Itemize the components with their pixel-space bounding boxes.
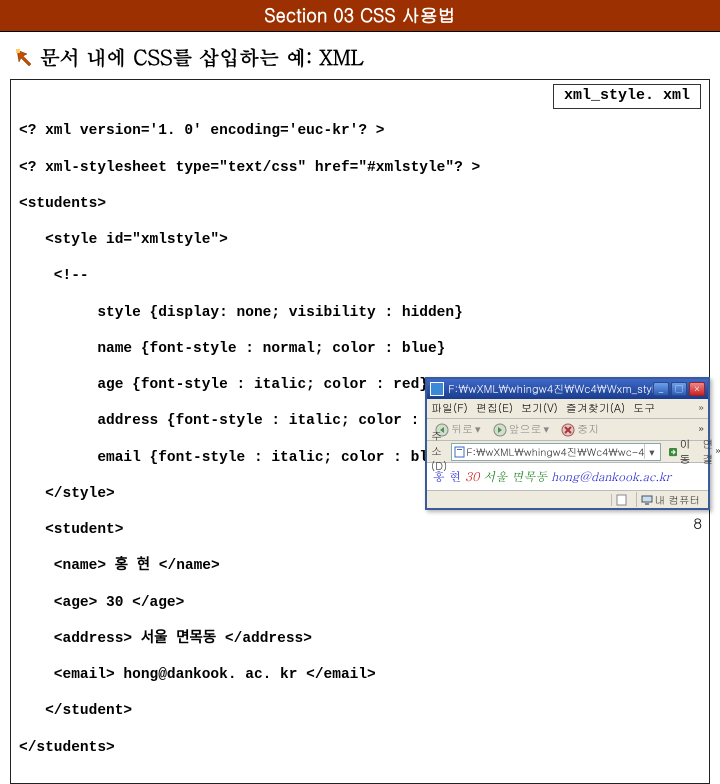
menu-favorites[interactable]: 즐겨찾기(A) [566,401,625,416]
code-line: name {font-style : normal; color : blue} [19,340,701,358]
stop-button[interactable]: 중지 [557,420,603,439]
titlebar-text: F:\wXML\whingw4진\Wc4\Wxm_style,x - ... [448,382,653,397]
rendered-address: 서울 면목동 [483,468,547,485]
browser-window: F:\wXML\whingw4진\Wc4\Wxm_style,x - ... _… [425,377,710,510]
computer-icon [641,494,653,506]
address-bar[interactable]: F:\wXML\whingw4진\Wc4\wc-4 ▾ [451,443,661,461]
code-line: <? xml-stylesheet type="text/css" href="… [19,159,701,177]
page-subtitle: 문서 내에 CSS를 삽입하는 예: XML [40,42,364,71]
code-line: <students> [19,195,701,213]
titlebar[interactable]: F:\wXML\whingw4진\Wc4\Wxm_style,x - ... _… [427,379,708,399]
code-line: style {display: none; visibility : hidde… [19,304,701,322]
code-line: <address> 서울 면목동 </address> [19,630,701,648]
menu-file[interactable]: 파일(F) [431,401,468,416]
code-line: </students> [19,739,701,757]
code-line: <age> 30 </age> [19,594,701,612]
section-header: Section 03 CSS 사용법 [0,0,720,32]
code-line: <!-- [19,267,701,285]
address-text: F:\wXML\whingw4진\Wc4\wc-4 [466,444,644,459]
code-line: <name> 홍 현 </name> [19,557,701,575]
code-line: <email> hong@dankook. ac. kr </email> [19,666,701,684]
status-zone: 내 컴퓨터 [636,492,705,507]
rendered-email: hong@dankook.ac.kr [551,468,671,485]
bullet-icon [14,47,34,67]
go-arrow-icon [669,446,677,458]
subtitle-row: 문서 내에 CSS를 삽입하는 예: XML [0,32,720,79]
code-line: <? xml version='1. 0' encoding='euc-kr'?… [19,122,701,140]
forward-button[interactable]: 앞으로 ▾ [489,420,554,439]
maximize-button[interactable]: □ [671,382,687,396]
status-ssl [611,494,632,506]
stop-icon [561,423,575,437]
window-buttons: _ □ × [653,382,705,396]
rendered-age: 30 [465,468,479,485]
section-title: Section 03 CSS 사용법 [264,3,456,28]
statusbar: 내 컴퓨터 [427,490,708,508]
toolbar-overflow-icon[interactable]: » [699,422,705,437]
menu-edit[interactable]: 편집(E) [476,401,513,416]
dropdown-arrow-icon: ▾ [544,422,550,437]
links-label[interactable]: 연결 » [702,437,720,467]
browser-content: 홍 현 30 서울 면목동 hong@dankook.ac.kr [427,463,708,490]
filename-badge: xml_style. xml [553,84,701,109]
page-icon [454,446,466,458]
menu-view[interactable]: 보기(V) [521,401,558,416]
menu-overflow-icon[interactable]: » [699,401,705,416]
code-line: <style id="xmlstyle"> [19,231,701,249]
rendered-name: 홍 현 [433,468,461,485]
toolbar-overflow-icon: » [715,444,720,459]
menu-tools[interactable]: 도구 [633,401,655,416]
forward-arrow-icon [493,423,507,437]
page-number: 8 [693,513,702,534]
toolbar-address: 주소(D) F:\wXML\whingw4진\Wc4\wc-4 ▾ 이동 연결 … [427,441,708,463]
code-line: <student> [19,521,701,539]
dropdown-arrow-icon: ▾ [475,422,481,437]
go-button[interactable]: 이동 [665,435,698,469]
menubar: 파일(F) 편집(E) 보기(V) 즐겨찾기(A) 도구 » [427,399,708,419]
code-line: </student> [19,702,701,720]
close-button[interactable]: × [689,382,705,396]
ie-icon [430,382,444,396]
page-status-icon [616,494,628,506]
minimize-button[interactable]: _ [653,382,669,396]
dropdown-arrow-icon[interactable]: ▾ [644,444,658,459]
